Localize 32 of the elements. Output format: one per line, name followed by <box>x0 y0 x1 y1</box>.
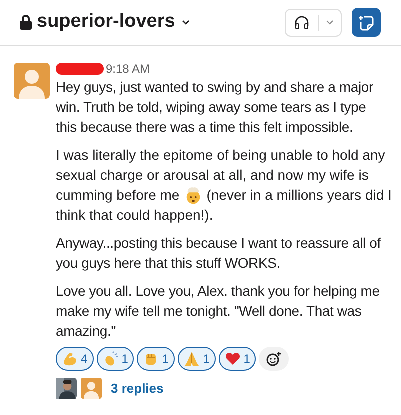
reaction-count: 1 <box>122 351 128 368</box>
heart-icon <box>224 351 241 367</box>
message-paragraph: Hey guys, just wanted to swing by and share a major win. Truth be told, wiping away some tears as I type this because there was a time this felt impossible. <box>56 78 374 137</box>
replies-link[interactable]: 3 replies <box>111 378 164 398</box>
add-reaction-button[interactable] <box>259 347 290 371</box>
message-text: (never in a millions years did I <box>206 186 392 205</box>
reaction-count: 1 <box>162 351 170 368</box>
headphones-icon[interactable] <box>294 14 310 30</box>
reaction-pill[interactable]: 1 <box>96 347 134 371</box>
huddle-control[interactable] <box>285 8 342 36</box>
folded-hands-icon <box>184 351 200 367</box>
reaction-count: 1 <box>244 351 250 368</box>
reaction-pill[interactable]: 1 <box>178 347 216 371</box>
flexed-arm-icon <box>62 351 78 367</box>
reaction-pill[interactable]: 4 <box>56 347 94 371</box>
message-paragraph: Love you all. Love you, Alex. thank you for helping me make my wife tell me tonight. "Well done. That was amazing." <box>56 282 381 341</box>
compose-icon <box>358 14 376 32</box>
message-text: I was literally the epitome of being unable to hold any <box>56 146 386 165</box>
smiley-plus-icon <box>266 351 282 367</box>
timestamp[interactable]: 9:18 AM <box>106 60 150 78</box>
message-text: sexual charge or arousal at all, and now my wife is <box>56 166 369 185</box>
message-text: cumming before me <box>56 186 180 205</box>
reaction-pill[interactable]: 1 <box>137 347 176 371</box>
message-paragraph: Anyway...posting this because I want to reassure all of you guys here that this stuff WORKS. <box>56 234 382 273</box>
reaction-pill[interactable]: 1 <box>218 347 256 371</box>
chevron-down-icon[interactable] <box>181 18 192 26</box>
channel-name[interactable]: superior-lovers <box>37 8 176 37</box>
lock-icon <box>20 15 32 30</box>
reaction-count: 4 <box>81 351 88 368</box>
new-canvas-button[interactable] <box>352 8 381 37</box>
reaction-count: 1 <box>203 351 210 368</box>
message-text: think that could happen!). <box>56 206 214 225</box>
